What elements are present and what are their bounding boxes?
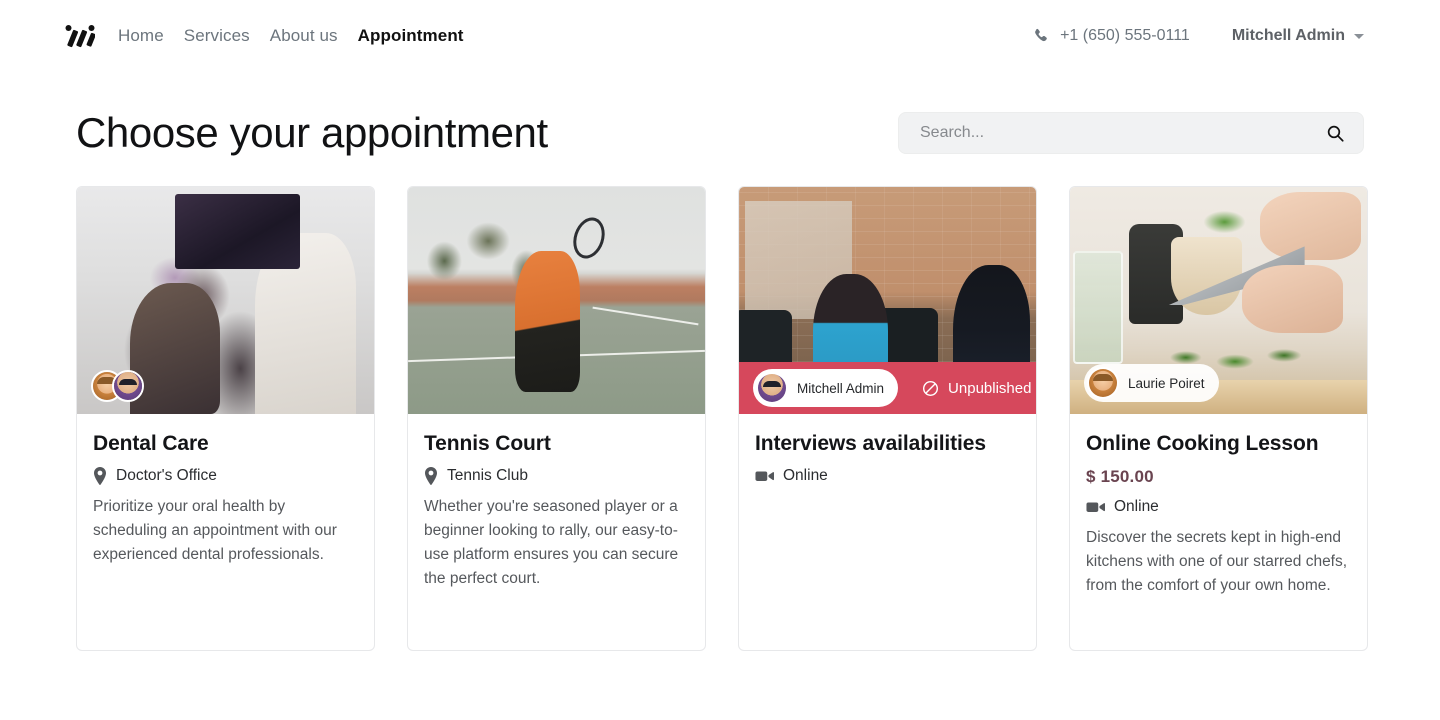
card-location-row: Tennis Club bbox=[424, 467, 689, 485]
photo-shape bbox=[255, 233, 356, 415]
photo-shape bbox=[515, 251, 580, 392]
phone-number-block[interactable]: +1 (650) 555-0111 bbox=[1033, 27, 1190, 45]
card-location-row: Online bbox=[1086, 498, 1351, 516]
card-body: Dental Care Doctor's Office Prioritize y… bbox=[77, 414, 374, 582]
chevron-down-icon bbox=[1354, 34, 1364, 39]
card-title: Interviews availabilities bbox=[755, 432, 1020, 456]
card-description: Whether you're seasoned player or a begi… bbox=[424, 495, 689, 591]
card-title: Tennis Court bbox=[424, 432, 689, 456]
card-location-label: Online bbox=[1114, 498, 1159, 516]
card-author-name: Mitchell Admin bbox=[797, 381, 884, 396]
page-content: Choose your appointment bbox=[0, 108, 1440, 651]
card-author-chip: Mitchell Admin bbox=[753, 369, 898, 407]
appointment-card[interactable]: Dental Care Doctor's Office Prioritize y… bbox=[76, 186, 375, 651]
card-location-label: Online bbox=[783, 467, 828, 485]
user-menu[interactable]: Mitchell Admin bbox=[1232, 27, 1364, 45]
unpublished-status-bar: Mitchell Admin Unpublished bbox=[739, 362, 1036, 414]
avatar bbox=[112, 370, 144, 402]
photo-shape bbox=[593, 306, 699, 325]
card-avatar-group bbox=[91, 370, 144, 402]
nav-item-home[interactable]: Home bbox=[116, 22, 166, 50]
card-price: $ 150.00 bbox=[1086, 467, 1351, 487]
photo-shape bbox=[1189, 192, 1260, 242]
avatar bbox=[1087, 367, 1119, 399]
search-input[interactable] bbox=[918, 123, 1324, 143]
page-header-row: Choose your appointment bbox=[76, 108, 1364, 158]
card-image[interactable]: Laurie Poiret bbox=[1070, 187, 1367, 414]
card-author-chip-wrap: Laurie Poiret bbox=[1084, 364, 1219, 402]
appointment-card-grid: Dental Care Doctor's Office Prioritize y… bbox=[76, 186, 1364, 651]
card-image[interactable]: Mitchell Admin Unpublished bbox=[739, 187, 1036, 414]
card-title: Dental Care bbox=[93, 432, 358, 456]
appointment-card[interactable]: Mitchell Admin Unpublished Interviews av… bbox=[738, 186, 1037, 651]
user-name-label: Mitchell Admin bbox=[1232, 27, 1345, 45]
card-location-label: Doctor's Office bbox=[116, 467, 217, 485]
card-body: Interviews availabilities Online bbox=[739, 414, 1036, 510]
primary-nav: Home Services About us Appointment bbox=[116, 22, 466, 50]
avatar bbox=[756, 372, 788, 404]
card-description: Discover the secrets kept in high-end ki… bbox=[1086, 526, 1351, 598]
appointment-card[interactable]: Laurie Poiret Online Cooking Lesson $ 15… bbox=[1069, 186, 1368, 651]
map-pin-icon bbox=[424, 467, 438, 485]
card-image[interactable] bbox=[408, 187, 705, 414]
phone-icon bbox=[1033, 28, 1050, 45]
page-title: Choose your appointment bbox=[76, 108, 548, 158]
card-author-name: Laurie Poiret bbox=[1128, 376, 1205, 391]
photo-shape bbox=[1242, 265, 1343, 333]
card-author-chip: Laurie Poiret bbox=[1084, 364, 1219, 402]
nav-item-appointment[interactable]: Appointment bbox=[356, 22, 466, 50]
phone-number-text: +1 (650) 555-0111 bbox=[1060, 27, 1190, 45]
nav-item-services[interactable]: Services bbox=[182, 22, 252, 50]
card-description: Prioritize your oral health by schedulin… bbox=[93, 495, 358, 567]
video-camera-icon bbox=[1086, 500, 1105, 514]
search-icon bbox=[1326, 124, 1345, 143]
card-title: Online Cooking Lesson bbox=[1086, 432, 1351, 456]
card-location-row: Doctor's Office bbox=[93, 467, 358, 485]
brand-logo[interactable] bbox=[60, 19, 100, 53]
status-badge-label: Unpublished bbox=[948, 380, 1031, 397]
nav-item-about-us[interactable]: About us bbox=[268, 22, 340, 50]
top-navbar: Home Services About us Appointment +1 (6… bbox=[0, 0, 1440, 72]
card-image[interactable] bbox=[77, 187, 374, 414]
search-bar[interactable] bbox=[898, 112, 1364, 154]
blocked-icon bbox=[922, 380, 939, 397]
status-badge: Unpublished bbox=[922, 380, 1031, 397]
card-body: Online Cooking Lesson $ 150.00 Online Di… bbox=[1070, 414, 1367, 613]
card-location-label: Tennis Club bbox=[447, 467, 528, 485]
card-body: Tennis Court Tennis Club Whether you're … bbox=[408, 414, 705, 606]
tennis-court-photo bbox=[408, 187, 705, 414]
video-camera-icon bbox=[755, 469, 774, 483]
appointment-card[interactable]: Tennis Court Tennis Club Whether you're … bbox=[407, 186, 706, 651]
photo-shape bbox=[1073, 251, 1123, 365]
card-location-row: Online bbox=[755, 467, 1020, 485]
map-pin-icon bbox=[93, 467, 107, 485]
search-button[interactable] bbox=[1324, 124, 1347, 143]
photo-shape bbox=[569, 213, 611, 262]
brand-logo-icon bbox=[65, 24, 95, 48]
photo-shape bbox=[1260, 192, 1361, 260]
